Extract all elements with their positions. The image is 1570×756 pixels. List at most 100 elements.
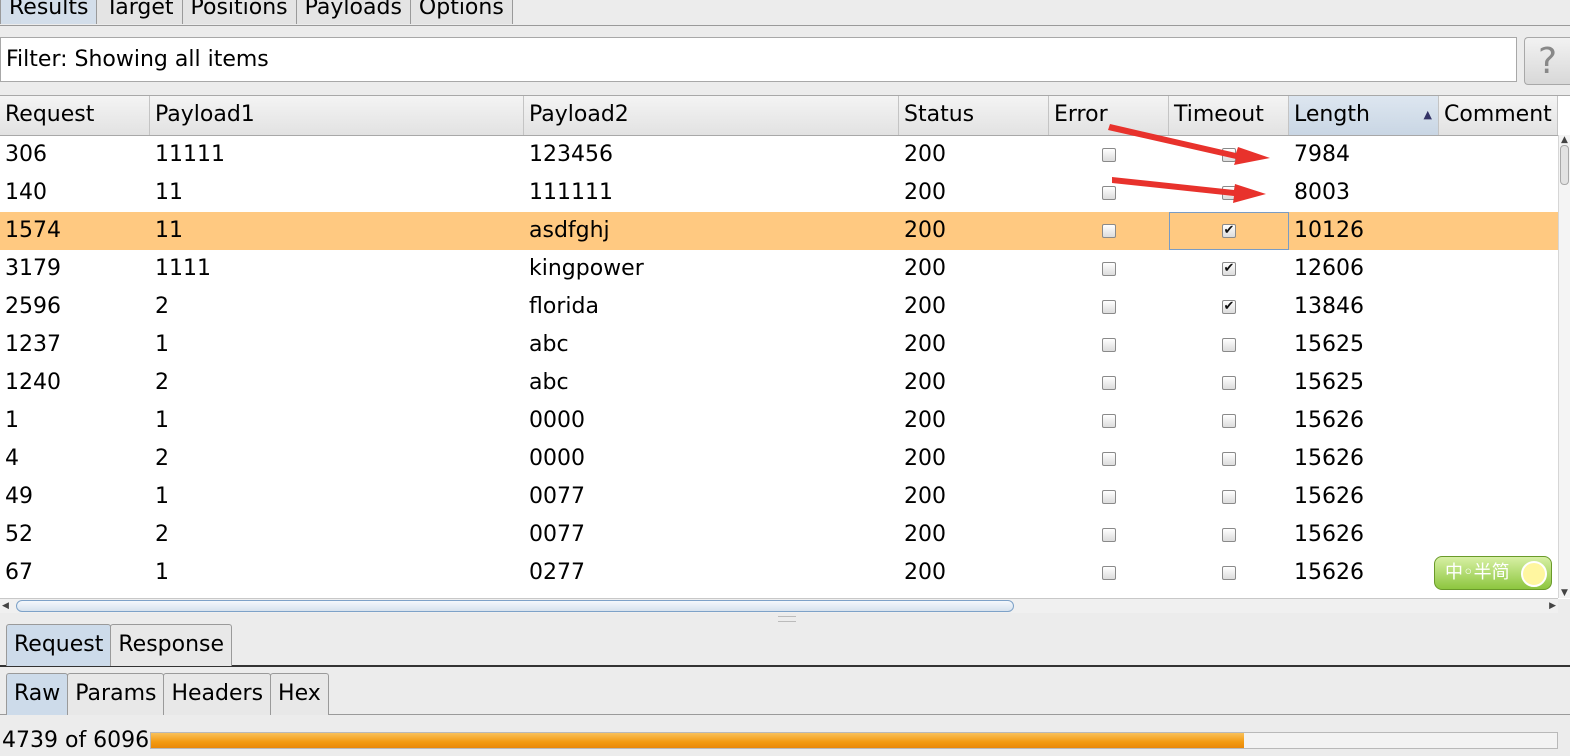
error-checkbox[interactable] <box>1102 528 1116 542</box>
cell-length: 13846 <box>1294 294 1364 319</box>
table-row[interactable]: 2596 2 florida 200 ✔ 13846 <box>0 288 1558 326</box>
table-row[interactable]: 49 1 0077 200 15626 <box>0 478 1558 516</box>
table-row[interactable]: 140 11 111111 200 8003 <box>0 174 1558 212</box>
error-checkbox[interactable] <box>1102 338 1116 352</box>
cell-request: 1237 <box>5 332 61 357</box>
table-row[interactable]: 67 1 0277 200 15626 <box>0 554 1558 592</box>
column-header-payload2[interactable]: Payload2 <box>524 96 899 135</box>
cell-status: 200 <box>904 180 946 205</box>
timeout-checkbox[interactable] <box>1222 186 1236 200</box>
cell-payload1: 2 <box>155 370 169 395</box>
tab-headers[interactable]: Headers <box>163 673 272 715</box>
cell-comment <box>1439 212 1558 250</box>
results-table: Request Payload1 Payload2 Status Error T… <box>0 95 1570 599</box>
top-tab-bar: Results Target Positions Payloads Option… <box>0 0 513 26</box>
cell-length: 15626 <box>1294 408 1364 433</box>
table-row[interactable]: 52 2 0077 200 15626 <box>0 516 1558 554</box>
timeout-cell <box>1169 440 1289 478</box>
error-checkbox[interactable] <box>1102 224 1116 238</box>
help-button[interactable]: ? <box>1524 37 1570 85</box>
error-checkbox[interactable] <box>1102 186 1116 200</box>
timeout-checkbox[interactable]: ✔ <box>1222 224 1236 238</box>
cell-payload2: abc <box>529 332 569 357</box>
error-checkbox[interactable] <box>1102 300 1116 314</box>
column-header-payload1[interactable]: Payload1 <box>150 96 524 135</box>
tab-params[interactable]: Params <box>67 673 165 715</box>
tab-hex[interactable]: Hex <box>270 673 329 715</box>
message-tab-line <box>0 665 1570 667</box>
column-header-length[interactable]: Length ▲ <box>1289 96 1439 135</box>
error-checkbox[interactable] <box>1102 262 1116 276</box>
column-header-status[interactable]: Status <box>899 96 1049 135</box>
cell-comment <box>1439 478 1558 516</box>
table-row[interactable]: 1237 1 abc 200 15625 <box>0 326 1558 364</box>
error-checkbox[interactable] <box>1102 452 1116 466</box>
tab-raw[interactable]: Raw <box>6 673 69 715</box>
column-header-comment[interactable]: Comment <box>1439 96 1558 135</box>
timeout-checkbox[interactable] <box>1222 148 1236 162</box>
timeout-checkbox[interactable]: ✔ <box>1222 262 1236 276</box>
tab-results[interactable]: Results <box>0 0 98 24</box>
horizontal-scrollbar[interactable]: ◀ ▶ <box>0 598 1558 613</box>
tab-request[interactable]: Request <box>6 624 112 666</box>
split-pane-grip[interactable] <box>778 616 796 622</box>
cell-payload2: 0077 <box>529 522 585 547</box>
cell-status: 200 <box>904 218 946 243</box>
filter-bar[interactable]: Filter: Showing all items <box>0 37 1517 82</box>
tab-payloads[interactable]: Payloads <box>295 0 411 24</box>
ime-label: 中◦半简 <box>1445 562 1510 583</box>
timeout-cell <box>1169 326 1289 364</box>
timeout-checkbox[interactable] <box>1222 452 1236 466</box>
error-checkbox[interactable] <box>1102 376 1116 390</box>
table-row[interactable]: 4 2 0000 200 15626 <box>0 440 1558 478</box>
timeout-checkbox[interactable]: ✔ <box>1222 300 1236 314</box>
timeout-checkbox[interactable] <box>1222 338 1236 352</box>
message-tab-bar: Request Response <box>6 624 233 666</box>
cell-status: 200 <box>904 522 946 547</box>
scroll-up-icon[interactable]: ▲ <box>1561 135 1568 145</box>
timeout-checkbox[interactable] <box>1222 376 1236 390</box>
timeout-checkbox[interactable] <box>1222 528 1236 542</box>
tab-response[interactable]: Response <box>110 624 233 666</box>
tab-options[interactable]: Options <box>409 0 513 24</box>
error-cell <box>1049 136 1169 174</box>
error-checkbox[interactable] <box>1102 490 1116 504</box>
vertical-scrollbar[interactable]: ▲ ▼ <box>1558 135 1570 598</box>
timeout-checkbox[interactable] <box>1222 490 1236 504</box>
table-row[interactable]: 306 11111 123456 200 7984 <box>0 136 1558 174</box>
scroll-left-icon[interactable]: ◀ <box>2 601 9 611</box>
scroll-right-icon[interactable]: ▶ <box>1549 601 1556 611</box>
cell-status: 200 <box>904 560 946 585</box>
timeout-checkbox[interactable] <box>1222 414 1236 428</box>
column-header-error[interactable]: Error <box>1049 96 1169 135</box>
timeout-cell: ✔ <box>1169 212 1289 250</box>
cell-payload1: 2 <box>155 294 169 319</box>
timeout-checkbox[interactable] <box>1222 566 1236 580</box>
cell-comment <box>1439 326 1558 364</box>
cell-request: 67 <box>5 560 33 585</box>
ime-status-widget[interactable]: 中◦半简 <box>1434 556 1552 590</box>
cell-comment <box>1439 250 1558 288</box>
cell-status: 200 <box>904 370 946 395</box>
table-row[interactable]: 3179 1111 kingpower 200 ✔ 12606 <box>0 250 1558 288</box>
table-row[interactable]: 1574 11 asdfghj 200 ✔ 10126 <box>0 212 1558 250</box>
cell-status: 200 <box>904 446 946 471</box>
horizontal-scroll-thumb[interactable] <box>16 600 1014 612</box>
error-cell <box>1049 326 1169 364</box>
error-checkbox[interactable] <box>1102 414 1116 428</box>
vertical-scroll-thumb[interactable] <box>1560 145 1569 185</box>
cell-request: 4 <box>5 446 19 471</box>
column-header-request[interactable]: Request <box>0 96 150 135</box>
tab-target[interactable]: Target <box>96 0 183 24</box>
table-row[interactable]: 1240 2 abc 200 15625 <box>0 364 1558 402</box>
cell-length: 7984 <box>1294 142 1350 167</box>
table-row[interactable]: 1 1 0000 200 15626 <box>0 402 1558 440</box>
cell-payload1: 1 <box>155 332 169 357</box>
column-header-timeout[interactable]: Timeout <box>1169 96 1289 135</box>
error-checkbox[interactable] <box>1102 566 1116 580</box>
cell-payload1: 2 <box>155 522 169 547</box>
scroll-down-icon[interactable]: ▼ <box>1561 588 1568 598</box>
cell-comment <box>1439 402 1558 440</box>
error-checkbox[interactable] <box>1102 148 1116 162</box>
tab-positions[interactable]: Positions <box>181 0 297 24</box>
